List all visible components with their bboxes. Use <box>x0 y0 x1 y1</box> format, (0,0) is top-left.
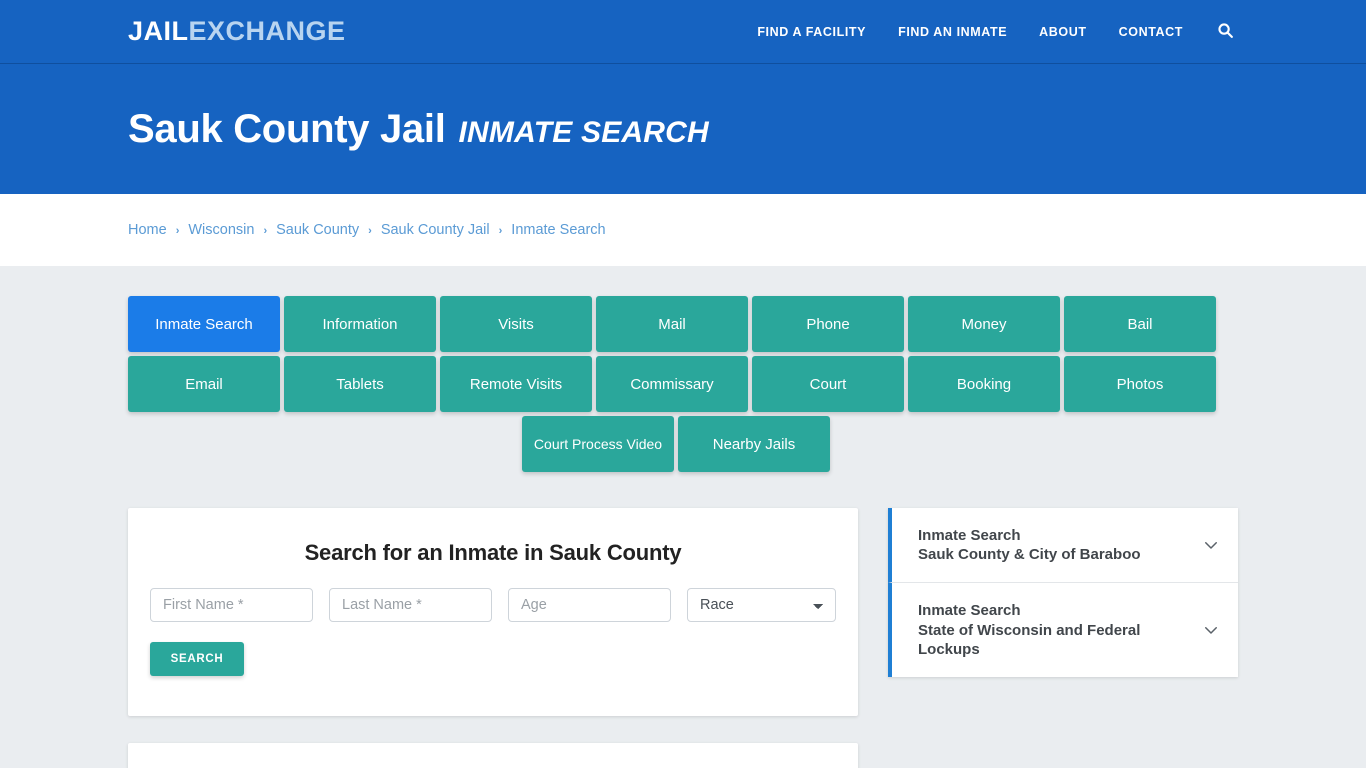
main-content: Inmate Search Information Visits Mail Ph… <box>0 266 1366 768</box>
inmate-search-card: Search for an Inmate in Sauk County Race… <box>128 508 858 716</box>
nav-item-find-an-inmate[interactable]: FIND AN INMATE <box>882 25 1023 39</box>
logo-text-secondary: EXCHANGE <box>188 16 346 46</box>
chevron-right-icon: › <box>368 225 372 237</box>
chevron-right-icon: › <box>175 225 180 237</box>
chevron-right-icon: › <box>498 225 503 237</box>
site-header: JAILEXCHANGE FIND A FACILITY FIND AN INM… <box>0 0 1366 64</box>
inmate-search-form: Race <box>150 588 836 622</box>
accordion-item-title: Inmate Search <box>918 602 1021 620</box>
tab-mail[interactable]: Mail <box>596 296 748 352</box>
chevron-down-icon <box>1202 536 1220 554</box>
tab-row-2: Email Tablets Remote Visits Commissary C… <box>128 356 1238 412</box>
tab-bail[interactable]: Bail <box>1064 296 1216 352</box>
breadcrumb-item-inmate-search: Inmate Search <box>511 222 606 238</box>
main-navigation: FIND A FACILITY FIND AN INMATE ABOUT CON… <box>741 22 1238 42</box>
site-logo[interactable]: JAILEXCHANGE <box>128 18 346 45</box>
tab-information[interactable]: Information <box>284 296 436 352</box>
page-subtitle: INMATE SEARCH <box>458 116 709 149</box>
tab-inmate-search[interactable]: Inmate Search <box>128 296 280 352</box>
breadcrumb: Home › Wisconsin › Sauk County › Sauk Co… <box>128 222 606 238</box>
chevron-right-icon: › <box>263 225 268 237</box>
page-hero: Sauk County Jail INMATE SEARCH <box>0 64 1366 194</box>
age-input[interactable] <box>508 588 671 622</box>
tab-row-1: Inmate Search Information Visits Mail Ph… <box>128 296 1238 352</box>
logo-text-primary: JAIL <box>128 16 189 46</box>
tab-row-3: Court Process Video Nearby Jails <box>128 416 1224 472</box>
tab-phone[interactable]: Phone <box>752 296 904 352</box>
tab-tablets[interactable]: Tablets <box>284 356 436 412</box>
breadcrumb-item-wisconsin[interactable]: Wisconsin <box>188 222 254 238</box>
tab-nearby-jails[interactable]: Nearby Jails <box>678 416 830 472</box>
search-button[interactable]: SEARCH <box>150 642 244 676</box>
tab-visits[interactable]: Visits <box>440 296 592 352</box>
breadcrumb-item-home[interactable]: Home <box>128 222 167 238</box>
header-search-button[interactable] <box>1199 22 1238 42</box>
tab-court-process-video[interactable]: Court Process Video <box>522 416 674 472</box>
page-title: Sauk County Jail <box>128 107 446 151</box>
first-name-input[interactable] <box>150 588 313 622</box>
sidebar-column: Inmate Search Sauk County & City of Bara… <box>888 508 1238 677</box>
tab-remote-visits[interactable]: Remote Visits <box>440 356 592 412</box>
tab-booking[interactable]: Booking <box>908 356 1060 412</box>
breadcrumb-band: Home › Wisconsin › Sauk County › Sauk Co… <box>0 194 1366 266</box>
accordion-item-subtitle: State of Wisconsin and Federal Lockups <box>918 621 1141 658</box>
accordion-item-title: Inmate Search <box>918 527 1021 544</box>
breadcrumb-item-sauk-county-jail[interactable]: Sauk County Jail <box>381 222 490 238</box>
nav-item-about[interactable]: ABOUT <box>1023 25 1102 39</box>
facility-tab-navigation: Inmate Search Information Visits Mail Ph… <box>128 296 1238 472</box>
last-name-input[interactable] <box>329 588 492 622</box>
chevron-down-icon <box>1202 621 1220 639</box>
tab-money[interactable]: Money <box>908 296 1060 352</box>
secondary-results-card <box>128 743 858 768</box>
race-select[interactable]: Race <box>687 588 836 622</box>
tab-email[interactable]: Email <box>128 356 280 412</box>
nav-item-find-a-facility[interactable]: FIND A FACILITY <box>741 25 882 39</box>
accordion-item-state-federal[interactable]: Inmate Search State of Wisconsin and Fed… <box>888 583 1238 677</box>
inmate-search-accordion: Inmate Search Sauk County & City of Bara… <box>888 508 1238 677</box>
breadcrumb-item-sauk-county[interactable]: Sauk County <box>276 222 359 238</box>
search-column: Search for an Inmate in Sauk County Race… <box>128 508 858 768</box>
tab-commissary[interactable]: Commissary <box>596 356 748 412</box>
search-icon <box>1217 22 1234 42</box>
tab-court[interactable]: Court <box>752 356 904 412</box>
tab-photos[interactable]: Photos <box>1064 356 1216 412</box>
accordion-item-subtitle: Sauk County & City of Baraboo <box>918 546 1141 564</box>
search-form-heading: Search for an Inmate in Sauk County <box>304 540 682 565</box>
accordion-item-sauk-county[interactable]: Inmate Search Sauk County & City of Bara… <box>888 508 1238 584</box>
nav-item-contact[interactable]: CONTACT <box>1103 25 1199 39</box>
